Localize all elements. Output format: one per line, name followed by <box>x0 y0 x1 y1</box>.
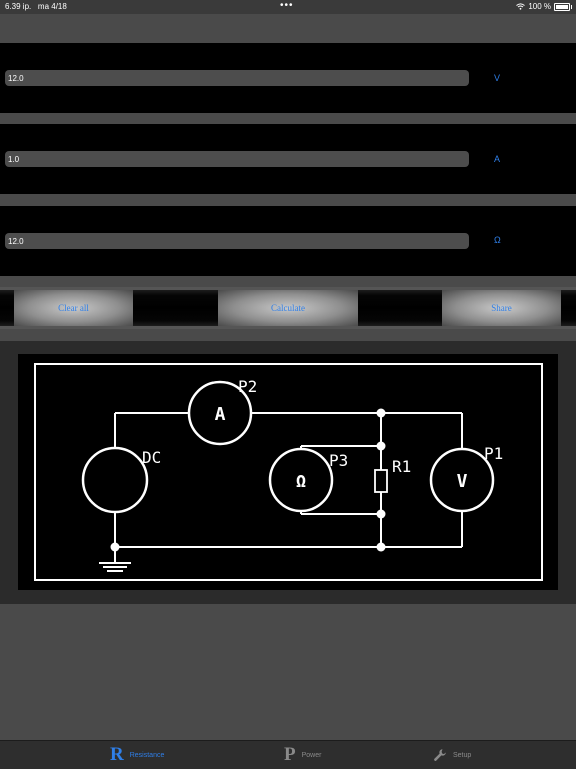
label-p3: P3 <box>329 451 348 470</box>
voltmeter-symbol: V <box>457 471 468 492</box>
resistance-tab-icon: R <box>110 744 124 765</box>
circuit-diagram: A Ω V P2 DC P3 R1 P1 <box>34 363 543 581</box>
resistor-r1 <box>374 469 388 493</box>
resistance-input[interactable] <box>5 233 469 249</box>
voltage-unit: V <box>494 73 501 83</box>
label-p1: P1 <box>484 444 503 463</box>
ohmmeter-symbol: Ω <box>296 472 306 492</box>
dc-source <box>81 446 149 514</box>
label-p2: P2 <box>238 377 257 396</box>
multitask-dots[interactable]: ••• <box>280 0 294 11</box>
resistance-row: Ω <box>0 206 576 276</box>
clear-all-button[interactable]: Clear all <box>14 290 133 326</box>
voltage-row: V <box>0 43 576 113</box>
status-right: 100 % <box>516 2 572 11</box>
tab-resistance[interactable]: R Resistance <box>110 741 164 769</box>
battery-icon <box>554 2 572 11</box>
wifi-icon <box>516 3 526 10</box>
share-button[interactable]: Share <box>442 290 561 326</box>
voltage-input[interactable] <box>5 70 469 86</box>
label-r1: R1 <box>392 457 411 476</box>
diagram-area: A Ω V P2 DC P3 R1 P1 <box>0 341 576 604</box>
power-tab-icon: P <box>284 744 296 765</box>
calculate-button[interactable]: Calculate <box>218 290 358 326</box>
tab-bar: R Resistance P Power Setup <box>0 740 576 769</box>
tab-label: Resistance <box>129 751 165 759</box>
action-bar: Clear all Calculate Share <box>0 287 576 329</box>
wrench-icon <box>434 749 446 761</box>
current-unit: A <box>494 154 501 164</box>
battery-percent: 100 % <box>528 2 551 11</box>
current-input[interactable] <box>5 151 469 167</box>
circuit-diagram-panel: A Ω V P2 DC P3 R1 P1 <box>18 354 558 590</box>
tab-label: Power <box>301 751 322 759</box>
tab-label: Setup <box>453 751 472 759</box>
ammeter-symbol: A <box>215 404 226 425</box>
status-bar: 6.39 ip. ma 4/18 ••• 100 % <box>0 0 576 14</box>
tab-power[interactable]: P Power <box>284 741 321 769</box>
tab-setup[interactable]: Setup <box>433 741 471 769</box>
status-time: 6.39 ip. ma 4/18 <box>5 2 67 11</box>
current-row: A <box>0 124 576 194</box>
resistance-unit: Ω <box>494 235 501 245</box>
label-dc: DC <box>142 448 161 467</box>
